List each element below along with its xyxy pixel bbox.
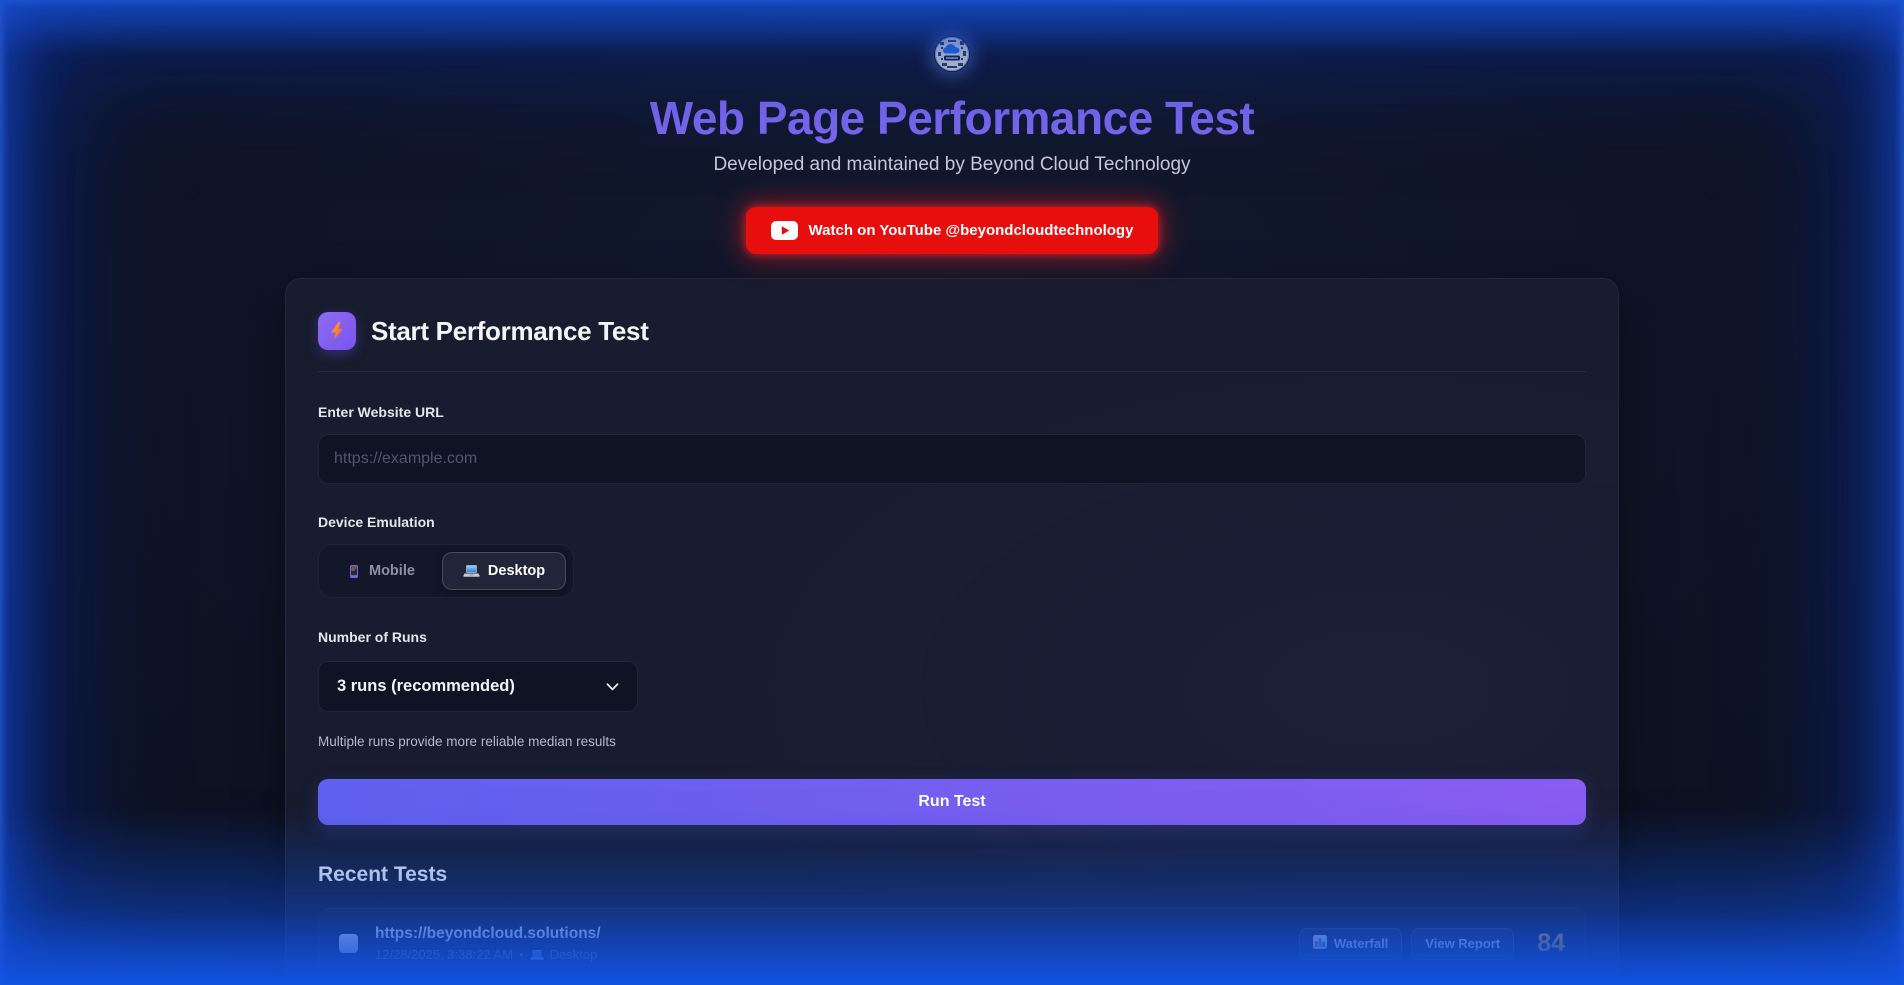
lightning-icon	[318, 312, 356, 350]
device-option-desktop[interactable]: Desktop	[442, 552, 566, 590]
card-heading: Start Performance Test	[371, 316, 649, 347]
card-header: Start Performance Test	[318, 312, 1586, 350]
waterfall-button-label: Waterfall	[1334, 936, 1388, 951]
youtube-play-icon	[771, 221, 798, 240]
device-option-desktop-label: Desktop	[488, 563, 545, 579]
test-card: Start Performance Test Enter Website URL…	[285, 278, 1619, 985]
chevron-down-icon	[606, 678, 619, 696]
test-meta: 12/28/2025, 3:38:22 AM • Desktop	[375, 947, 1299, 962]
smartphone-icon	[347, 564, 361, 579]
device-field-group: Device Emulation	[318, 514, 1586, 598]
run-test-button[interactable]: Run Test	[318, 779, 1586, 825]
test-url: https://beyondcloud.solutions/	[375, 925, 1299, 943]
view-report-button[interactable]: View Report	[1411, 928, 1514, 960]
runs-hint: Multiple runs provide more reliable medi…	[318, 734, 1586, 749]
card-divider	[318, 371, 1586, 372]
test-actions: Waterfall View Report 84	[1299, 928, 1565, 960]
device-label: Device Emulation	[318, 514, 1586, 530]
url-field-group: Enter Website URL	[318, 404, 1586, 484]
laptop-icon	[463, 564, 480, 578]
test-info: https://beyondcloud.solutions/ 12/28/202…	[375, 925, 1299, 962]
meta-separator: •	[519, 947, 524, 962]
device-option-mobile-label: Mobile	[369, 563, 415, 579]
test-device: Desktop	[550, 947, 598, 962]
recent-test-row: https://beyondcloud.solutions/ 12/28/202…	[318, 908, 1586, 979]
waterfall-button[interactable]: Waterfall	[1299, 928, 1402, 960]
runs-label: Number of Runs	[318, 629, 1586, 645]
page-subtitle: Developed and maintained by Beyond Cloud…	[0, 154, 1904, 176]
youtube-button-label: Watch on YouTube @beyondcloudtechnology	[809, 222, 1134, 239]
page-root: Web Page Performance Test Developed and …	[0, 0, 1904, 985]
url-label: Enter Website URL	[318, 404, 1586, 420]
youtube-button[interactable]: Watch on YouTube @beyondcloudtechnology	[746, 207, 1159, 254]
recent-tests-heading: Recent Tests	[318, 863, 1586, 887]
url-input[interactable]	[318, 434, 1586, 484]
device-toggle-group: Mobile	[318, 544, 574, 598]
test-row-checkbox[interactable]	[339, 934, 358, 953]
runs-select[interactable]: 3 runs (recommended)	[318, 661, 638, 712]
performance-score: 84	[1537, 929, 1565, 958]
runs-field-group: Number of Runs 3 runs (recommended) Mult…	[318, 629, 1586, 749]
test-timestamp: 12/28/2025, 3:38:22 AM	[375, 947, 513, 962]
page-title: Web Page Performance Test	[0, 91, 1904, 145]
device-option-mobile[interactable]: Mobile	[326, 552, 436, 590]
runs-select-value: 3 runs (recommended)	[337, 677, 515, 696]
view-report-button-label: View Report	[1425, 936, 1500, 951]
laptop-icon	[530, 949, 544, 961]
hero-section: Web Page Performance Test Developed and …	[0, 0, 1904, 254]
bar-chart-icon	[1313, 935, 1327, 952]
site-logo-icon	[934, 36, 970, 72]
